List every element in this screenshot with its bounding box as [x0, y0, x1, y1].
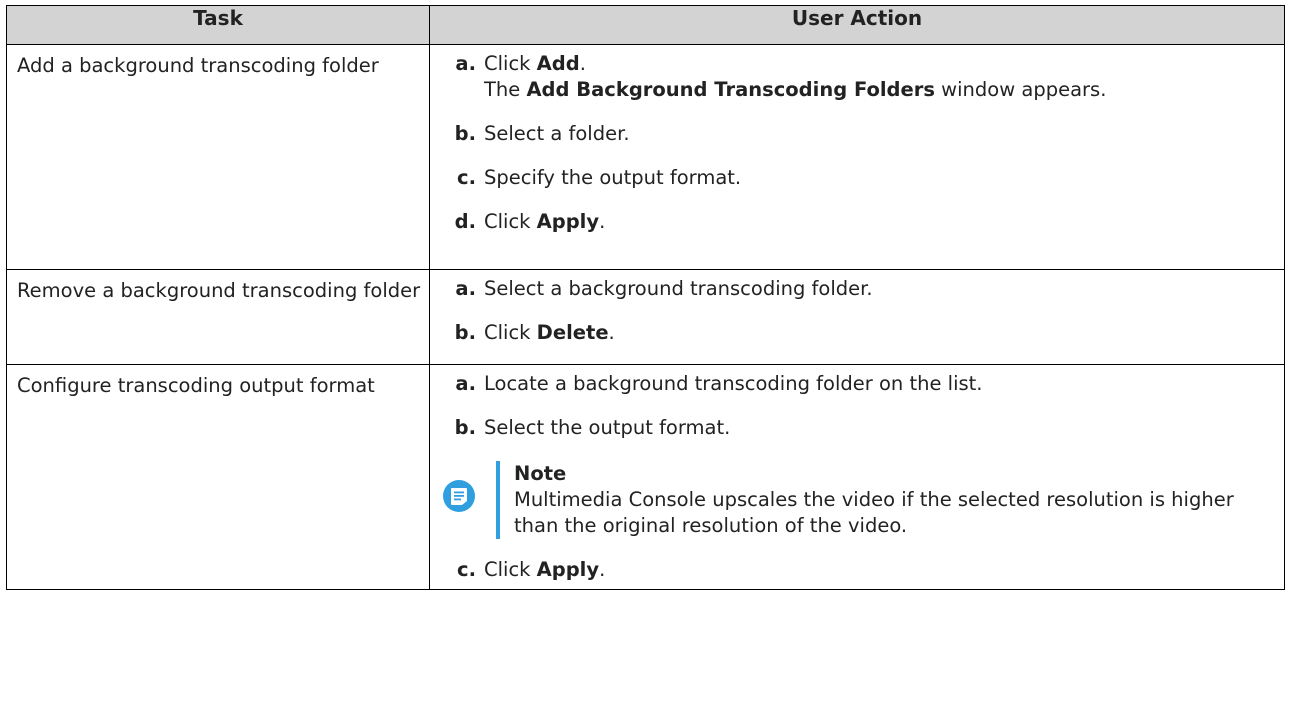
step-item: c. Click Apply.: [448, 557, 1276, 583]
actions-cell: a. Select a background transcoding folde…: [429, 269, 1285, 365]
table-row: Configure transcoding output format a. L…: [6, 364, 1285, 590]
step-text: Select a folder.: [484, 122, 630, 145]
actions-cell: a. Locate a background transcoding folde…: [429, 364, 1285, 590]
step-text: Click Apply.: [484, 558, 606, 581]
step-text: Click Add. The Add Background Transcodin…: [484, 52, 1107, 101]
step-item: d. Click Apply.: [448, 209, 1276, 235]
task-cell: Add a background transcoding folder: [6, 44, 430, 270]
step-letter: d.: [454, 210, 476, 233]
step-item: c. Specify the output format.: [448, 165, 1276, 191]
note-callout: Note Multimedia Console upscales the vid…: [442, 461, 1276, 539]
step-letter: b.: [454, 416, 476, 439]
step-text: Click Apply.: [484, 210, 606, 233]
table-row: Add a background transcoding folder a. C…: [6, 44, 1285, 270]
step-item: b. Click Delete.: [448, 320, 1276, 346]
step-text: Click Delete.: [484, 321, 615, 344]
header-user-action: User Action: [429, 5, 1285, 45]
actions-cell: a. Click Add. The Add Background Transco…: [429, 44, 1285, 270]
step-letter: b.: [454, 122, 476, 145]
note-icon: [443, 480, 475, 512]
step-letter: a.: [455, 52, 476, 75]
step-text: Select a background transcoding folder.: [484, 277, 873, 300]
step-text: Locate a background transcoding folder o…: [484, 372, 983, 395]
step-letter: b.: [454, 321, 476, 344]
ui-term: Apply: [536, 558, 600, 581]
ui-term: Delete: [536, 321, 609, 344]
step-letter: c.: [457, 166, 476, 189]
step-text: Specify the output format.: [484, 166, 742, 189]
step-item: b. Select the output format.: [448, 415, 1276, 441]
header-task: Task: [6, 5, 430, 45]
step-letter: a.: [455, 277, 476, 300]
step-text: Select the output format.: [484, 416, 731, 439]
ui-term: Apply: [536, 210, 600, 233]
task-cell: Remove a background transcoding folder: [6, 269, 430, 365]
step-letter: c.: [457, 558, 476, 581]
ui-term: Add: [536, 52, 580, 75]
step-item: a. Locate a background transcoding folde…: [448, 371, 1276, 397]
note-text: Multimedia Console upscales the video if…: [514, 488, 1234, 537]
table-row: Remove a background transcoding folder a…: [6, 269, 1285, 365]
step-item: b. Select a folder.: [448, 121, 1276, 147]
ui-term: Add Background Transcoding Folders: [526, 78, 935, 101]
step-item: a. Click Add. The Add Background Transco…: [448, 51, 1276, 103]
note-accent-bar: [496, 461, 500, 539]
table-header-row: Task User Action: [6, 5, 1285, 45]
task-table: Task User Action Add a background transc…: [6, 5, 1285, 590]
step-letter: a.: [455, 372, 476, 395]
task-cell: Configure transcoding output format: [6, 364, 430, 590]
step-item: a. Select a background transcoding folde…: [448, 276, 1276, 302]
note-title: Note: [514, 462, 567, 485]
